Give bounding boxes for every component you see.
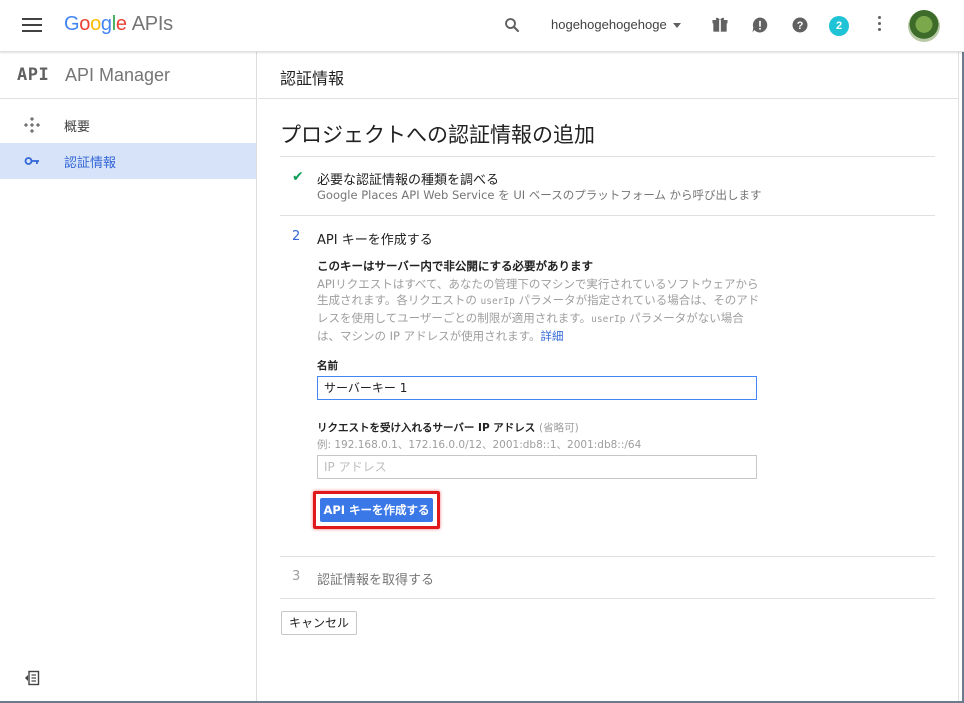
step1-subtitle: Google Places API Web Service を UI ベースのプ…: [317, 188, 762, 202]
desc-code: userIp: [480, 296, 515, 307]
logo-letter: o: [90, 13, 101, 35]
key-icon: [24, 157, 39, 165]
step2-description: APIリクエストはすべて、あなたの管理下のマシンで実行されているソフトウェアから…: [317, 276, 762, 344]
api-logo: API: [17, 65, 50, 85]
project-name: hogehogehogehoge: [551, 17, 667, 32]
sidebar-item-credentials[interactable]: 認証情報: [0, 143, 256, 179]
sidebar-item-label: 認証情報: [64, 156, 117, 171]
notifications-badge[interactable]: 2: [829, 16, 849, 36]
logo-letter: e: [115, 13, 127, 35]
cancel-button[interactable]: キャンセル: [281, 611, 358, 635]
ip-address-input[interactable]: IP アドレス: [317, 455, 757, 479]
step2-number: 2: [292, 229, 301, 244]
highlight-box: API キーを作成する: [313, 491, 440, 529]
step3-number: 3: [292, 569, 301, 584]
step2-title: API キーを作成する: [317, 233, 433, 248]
ip-label: リクエストを受け入れるサーバー IP アドレス (省略可): [317, 420, 579, 435]
sidebar: API API Manager 概要 認証情報: [0, 52, 257, 703]
checkmark-icon: ✔: [292, 169, 304, 185]
menu-icon[interactable]: [22, 18, 42, 34]
main-content: 認証情報 プロジェクトへの認証情報の追加 ✔ 必要な認証情報の種類を調べる Go…: [258, 52, 958, 703]
logo-letter: g: [100, 13, 112, 35]
details-link[interactable]: 詳細: [541, 329, 564, 343]
page-title: 認証情報: [280, 69, 345, 88]
svg-text:?: ?: [797, 20, 804, 32]
page-heading: プロジェクトへの認証情報の追加: [280, 123, 595, 147]
search-icon[interactable]: [503, 16, 521, 34]
create-api-key-button[interactable]: API キーを作成する: [320, 498, 433, 522]
divider: [280, 556, 935, 557]
logo-letter: G: [64, 13, 80, 35]
desc-code: userIp: [591, 314, 626, 325]
step1-title: 必要な認証情報の種類を調べる: [317, 173, 500, 188]
more-vert-icon[interactable]: [876, 16, 882, 36]
avatar[interactable]: [908, 10, 940, 42]
sidebar-title: API Manager: [65, 65, 171, 85]
divider: [280, 156, 935, 157]
logo-apis-text: APIs: [131, 13, 173, 35]
name-label: 名前: [317, 360, 338, 372]
divider: [280, 598, 935, 599]
feedback-icon[interactable]: [750, 15, 770, 35]
optional-tag: (省略可): [538, 422, 579, 434]
server-private-warning: このキーはサーバー内で非公開にする必要があります: [317, 259, 593, 273]
divider: [280, 215, 935, 216]
step3-title: 認証情報を取得する: [317, 573, 435, 588]
sidebar-item-overview[interactable]: 概要: [0, 107, 256, 143]
project-selector[interactable]: hogehogehogehoge: [551, 17, 681, 32]
ip-label-text: リクエストを受け入れるサーバー IP アドレス: [317, 422, 536, 434]
overview-icon: [24, 117, 40, 133]
sidebar-item-label: 概要: [64, 120, 91, 135]
gift-icon[interactable]: [710, 15, 730, 35]
name-input[interactable]: サーバーキー 1: [317, 376, 757, 400]
ip-hint: 例: 192.168.0.1、172.16.0.0/12、2001:db8::1…: [317, 439, 642, 451]
logo-letter: o: [79, 13, 91, 35]
chevron-down-icon: [672, 23, 681, 29]
help-icon[interactable]: ?: [790, 15, 810, 35]
google-apis-logo[interactable]: Google APIs: [64, 13, 173, 36]
page-header: 認証情報: [258, 52, 958, 99]
collapse-sidebar-icon[interactable]: [24, 670, 40, 686]
top-bar: Google APIs hogehogehogehoge ? 2: [0, 0, 964, 52]
sidebar-header: API API Manager: [0, 52, 256, 99]
